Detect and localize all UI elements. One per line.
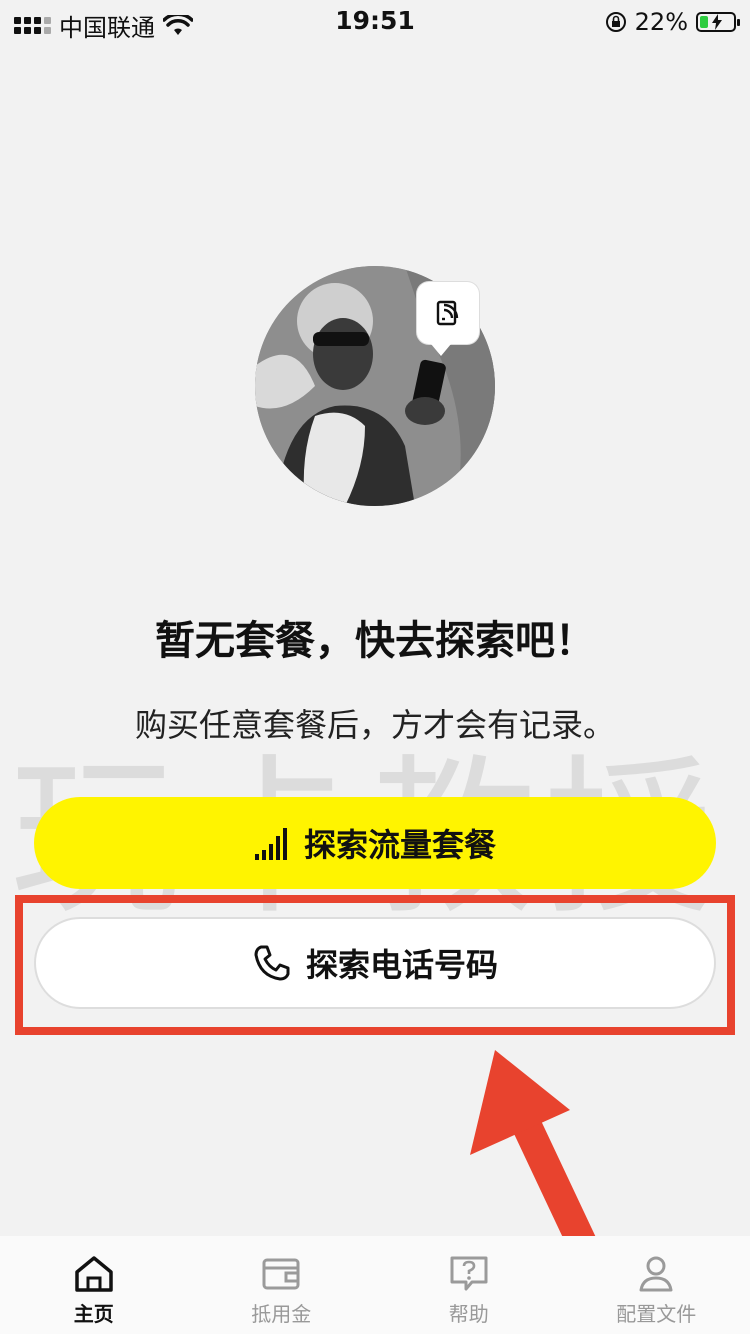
- rotation-lock-icon: [605, 12, 626, 32]
- tab-profile[interactable]: 配置文件: [563, 1236, 750, 1334]
- tab-credits[interactable]: 抵用金: [188, 1236, 376, 1334]
- phone-icon: [254, 945, 290, 981]
- battery-percent: 22%: [634, 8, 688, 36]
- explore-phone-numbers-label: 探索电话号码: [305, 946, 498, 984]
- profile-icon: [639, 1256, 673, 1292]
- tab-credits-label: 抵用金: [251, 1302, 312, 1326]
- tab-home-label: 主页: [73, 1302, 114, 1326]
- tab-home[interactable]: 主页: [0, 1236, 188, 1334]
- tab-help[interactable]: 帮助: [375, 1236, 563, 1334]
- battery-icon: [696, 12, 740, 32]
- home-icon: [75, 1256, 113, 1292]
- esim-bubble: [417, 282, 479, 356]
- tab-help-label: 帮助: [448, 1302, 489, 1326]
- tab-bar: 主页 抵用金 帮助 配置文件: [0, 1236, 750, 1334]
- wallet-icon: [262, 1258, 300, 1290]
- explore-data-plans-button[interactable]: 探索流量套餐: [34, 797, 716, 889]
- signal-bars-icon: [254, 828, 287, 860]
- empty-state-title: 暂无套餐，快去探索吧！: [155, 618, 595, 664]
- help-icon: [450, 1256, 488, 1291]
- status-right: 22%: [605, 8, 740, 36]
- empty-state-description: 购买任意套餐后，方才会有记录。: [134, 706, 615, 744]
- esim-signal-icon: [436, 300, 459, 326]
- status-bar: 中国联通 19:51 22%: [0, 0, 750, 44]
- explore-data-plans-label: 探索流量套餐: [303, 826, 496, 864]
- tab-profile-label: 配置文件: [616, 1302, 697, 1326]
- explore-phone-numbers-button[interactable]: 探索电话号码: [34, 917, 716, 1009]
